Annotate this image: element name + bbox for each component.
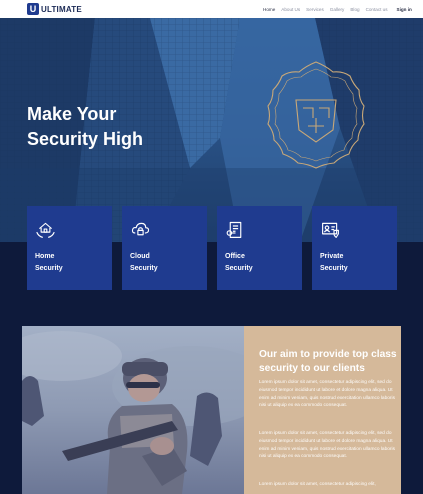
nav-link-home[interactable]: Home	[263, 7, 275, 12]
hero-title-line2: Security High	[27, 129, 144, 149]
logo[interactable]: U ULTIMATE	[27, 3, 82, 15]
service-label: Office Security	[225, 251, 253, 274]
about-paragraph: Lorem ipsum dolor sit amet, consectetur …	[259, 431, 395, 460]
office-key-icon	[226, 221, 242, 238]
nav-link-gallery[interactable]: Gallery	[330, 7, 345, 12]
service-label-line1: Home	[35, 253, 55, 260]
house-hands-icon	[36, 222, 55, 238]
navbar: U ULTIMATE Home About Us Services Galler…	[0, 0, 423, 18]
service-label-line2: Security	[225, 264, 253, 272]
service-label: Home Security	[35, 251, 63, 274]
nav-link-blog[interactable]: Blog	[350, 7, 359, 12]
service-label-line1: Private	[320, 253, 344, 260]
service-card-cloud[interactable]: Cloud Security	[122, 206, 207, 290]
service-label-line1: Cloud	[130, 253, 150, 260]
about-paragraph: Lorem ipsum dolor sit amet, consectetur …	[259, 482, 376, 487]
service-label-line2: Security	[35, 264, 63, 272]
about-title: Our aim to provide top class security to…	[259, 349, 397, 374]
logo-text: ULTIMATE	[41, 4, 82, 14]
soldiers-image	[22, 326, 244, 494]
nav-link-services[interactable]: Services	[306, 7, 324, 12]
service-card-office[interactable]: Office Security	[217, 206, 302, 290]
hero-title-line1: Make Your	[27, 104, 117, 124]
service-label-line1: Office	[225, 253, 245, 260]
about-paragraph: Lorem ipsum dolor sit amet, consectetur …	[259, 380, 395, 409]
nav-link-about[interactable]: About Us	[281, 7, 300, 12]
hero-title: Make Your Security High	[27, 102, 143, 152]
service-label: Private Security	[320, 251, 348, 274]
service-label: Cloud Security	[130, 251, 158, 274]
service-label-line2: Security	[320, 264, 348, 272]
signin-link[interactable]: Sign in	[397, 7, 412, 12]
about-panel: Our aim to provide top class security to…	[244, 326, 401, 494]
service-label-line2: Security	[130, 264, 158, 272]
nav-link-contact[interactable]: Contact us	[366, 7, 388, 12]
logo-mark-icon: U	[27, 3, 39, 15]
nav-links: Home About Us Services Gallery Blog Cont…	[263, 0, 418, 18]
service-card-home[interactable]: Home Security	[27, 206, 112, 290]
service-card-private[interactable]: Private Security	[312, 206, 397, 290]
cloud-lock-icon	[131, 222, 150, 236]
id-card-shield-icon	[322, 222, 339, 238]
